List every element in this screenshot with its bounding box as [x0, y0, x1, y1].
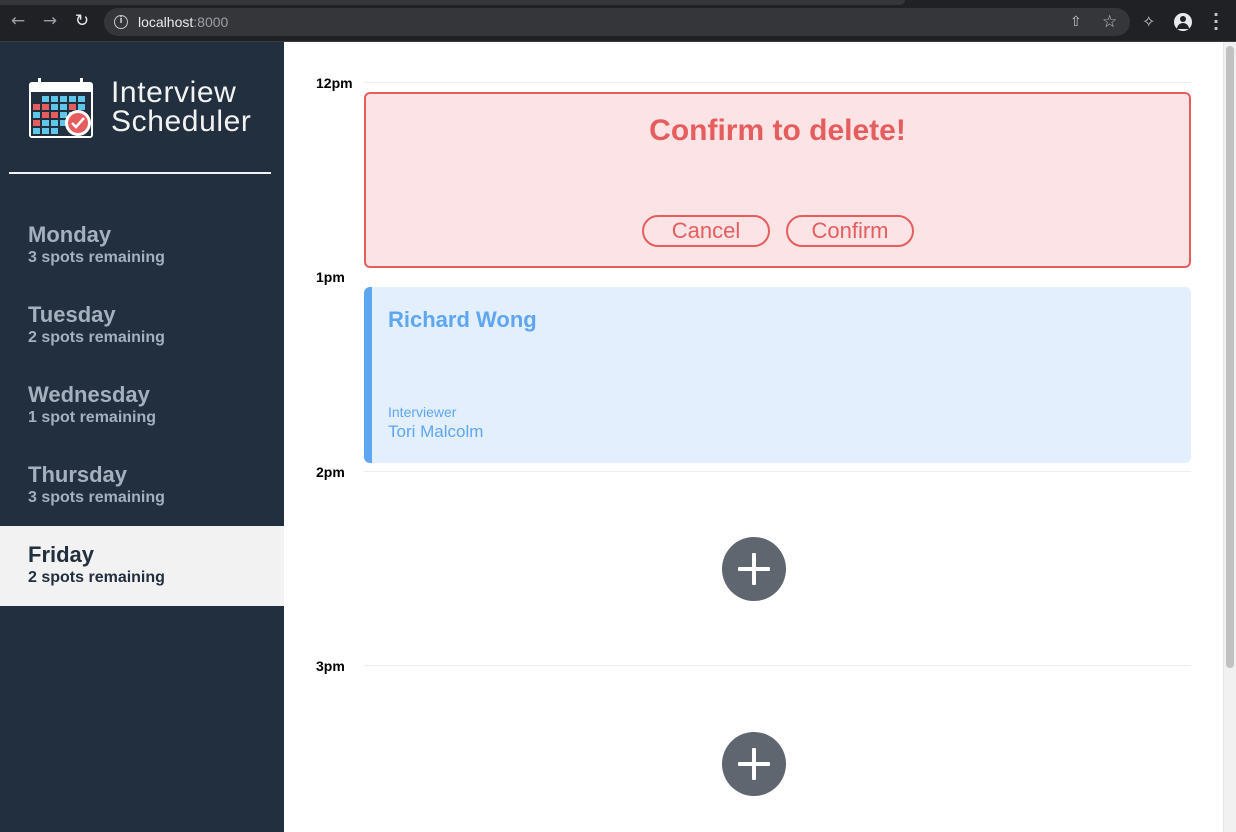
- day-name: Wednesday: [28, 382, 150, 407]
- day-list: Monday 3 spots remaining Tuesday 2 spots…: [0, 206, 284, 606]
- puzzle-icon[interactable]: ✧: [1142, 12, 1155, 31]
- sidebar-separator: [9, 172, 271, 174]
- back-arrow-icon[interactable]: ←: [8, 11, 28, 31]
- confirm-button[interactable]: Confirm: [786, 215, 914, 247]
- day-name: Thursday: [28, 462, 128, 487]
- time-divider: [364, 82, 1191, 83]
- confirm-message: Confirm to delete!: [649, 114, 906, 147]
- url-port: :8000: [193, 14, 229, 30]
- profile-icon[interactable]: [1174, 13, 1192, 31]
- kebab-menu-icon[interactable]: · · ·: [1212, 7, 1220, 37]
- tab-strip: [0, 0, 1236, 6]
- day-item-tuesday[interactable]: Tuesday 2 spots remaining: [0, 286, 284, 366]
- day-spots: 3 spots remaining: [28, 249, 165, 266]
- star-icon[interactable]: ☆: [1102, 12, 1117, 32]
- day-spots: 1 spot remaining: [28, 409, 157, 426]
- app-title-line2: Scheduler: [111, 105, 252, 138]
- browser-toolbar: ← → ↻ i localhost:8000 ⇧ ☆ ✧ · · ·: [0, 0, 1236, 42]
- sidebar: Interview Scheduler Monday 3 spots remai…: [0, 42, 284, 832]
- interviewer-name: Tori Malcolm: [388, 422, 484, 441]
- app-title: Interview Scheduler: [111, 76, 252, 138]
- cancel-button[interactable]: Cancel: [642, 215, 770, 247]
- interviewer-label: Interviewer: [388, 404, 457, 420]
- day-spots: 2 spots remaining: [28, 569, 165, 586]
- time-label-2pm: 2pm: [316, 464, 345, 480]
- student-name: Richard Wong: [388, 307, 537, 332]
- add-appointment-button[interactable]: [722, 537, 786, 601]
- reload-icon[interactable]: ↻: [72, 11, 92, 31]
- share-icon[interactable]: ⇧: [1070, 14, 1082, 30]
- time-divider: [364, 665, 1191, 666]
- time-label-3pm: 3pm: [316, 658, 345, 674]
- add-appointment-button[interactable]: [722, 732, 786, 796]
- info-icon[interactable]: i: [114, 15, 128, 29]
- day-spots: 2 spots remaining: [28, 329, 165, 346]
- calendar-logo-icon: [29, 78, 93, 138]
- forward-arrow-icon[interactable]: →: [40, 11, 60, 31]
- address-bar[interactable]: i localhost:8000 ⇧ ☆: [104, 8, 1130, 36]
- app-title-line1: Interview: [111, 76, 237, 109]
- url-text[interactable]: localhost:8000: [138, 14, 228, 30]
- day-spots: 3 spots remaining: [28, 489, 165, 506]
- day-name: Monday: [28, 222, 112, 247]
- day-item-thursday[interactable]: Thursday 3 spots remaining: [0, 446, 284, 526]
- day-name: Tuesday: [28, 302, 116, 327]
- active-tab-edge: [0, 0, 905, 5]
- schedule: 12pm Confirm to delete! Cancel Confirm 1…: [285, 42, 1223, 832]
- appointment-card[interactable]: Richard Wong Interviewer Tori Malcolm: [364, 287, 1191, 463]
- url-host: localhost: [138, 14, 194, 30]
- delete-confirm-box: Confirm to delete! Cancel Confirm: [364, 92, 1191, 268]
- day-item-monday[interactable]: Monday 3 spots remaining: [0, 206, 284, 286]
- day-item-wednesday[interactable]: Wednesday 1 spot remaining: [0, 366, 284, 446]
- time-label-1pm: 1pm: [316, 269, 345, 285]
- day-name: Friday: [28, 542, 95, 567]
- day-item-friday[interactable]: Friday 2 spots remaining: [0, 526, 284, 606]
- time-divider: [364, 471, 1191, 472]
- time-label-12pm: 12pm: [316, 75, 353, 91]
- scrollbar-thumb[interactable]: [1226, 46, 1234, 668]
